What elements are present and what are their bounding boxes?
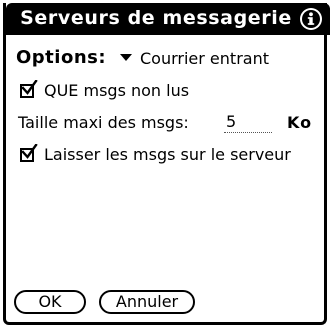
- cancel-button[interactable]: Annuler: [99, 290, 195, 314]
- dialog-title: Serveurs de messagerie: [20, 7, 292, 29]
- options-label: Options:: [16, 47, 107, 68]
- title-bar: Serveurs de messagerie: [6, 3, 330, 35]
- max-size-label: Taille maxi des msgs:: [18, 113, 189, 132]
- info-icon[interactable]: [300, 8, 322, 30]
- leave-on-server-label: Laisser les msgs sur le serveur: [44, 145, 291, 164]
- max-size-unit: Ko: [287, 113, 313, 132]
- max-size-field[interactable]: 5: [224, 111, 272, 133]
- ok-button[interactable]: OK: [14, 290, 86, 314]
- unread-only-checkbox[interactable]: [20, 80, 38, 98]
- leave-on-server-checkbox-row[interactable]: Laisser les msgs sur le serveur: [20, 144, 291, 164]
- checkmark-icon: [21, 144, 38, 159]
- triangle-down-icon: [120, 54, 132, 61]
- options-selected-value: Courrier entrant: [140, 49, 269, 68]
- unread-only-checkbox-row[interactable]: QUE msgs non lus: [20, 80, 190, 100]
- checkmark-icon: [21, 80, 38, 95]
- options-popup-trigger[interactable]: Courrier entrant: [120, 49, 269, 68]
- unread-only-label: QUE msgs non lus: [44, 81, 190, 100]
- leave-on-server-checkbox[interactable]: [20, 144, 38, 162]
